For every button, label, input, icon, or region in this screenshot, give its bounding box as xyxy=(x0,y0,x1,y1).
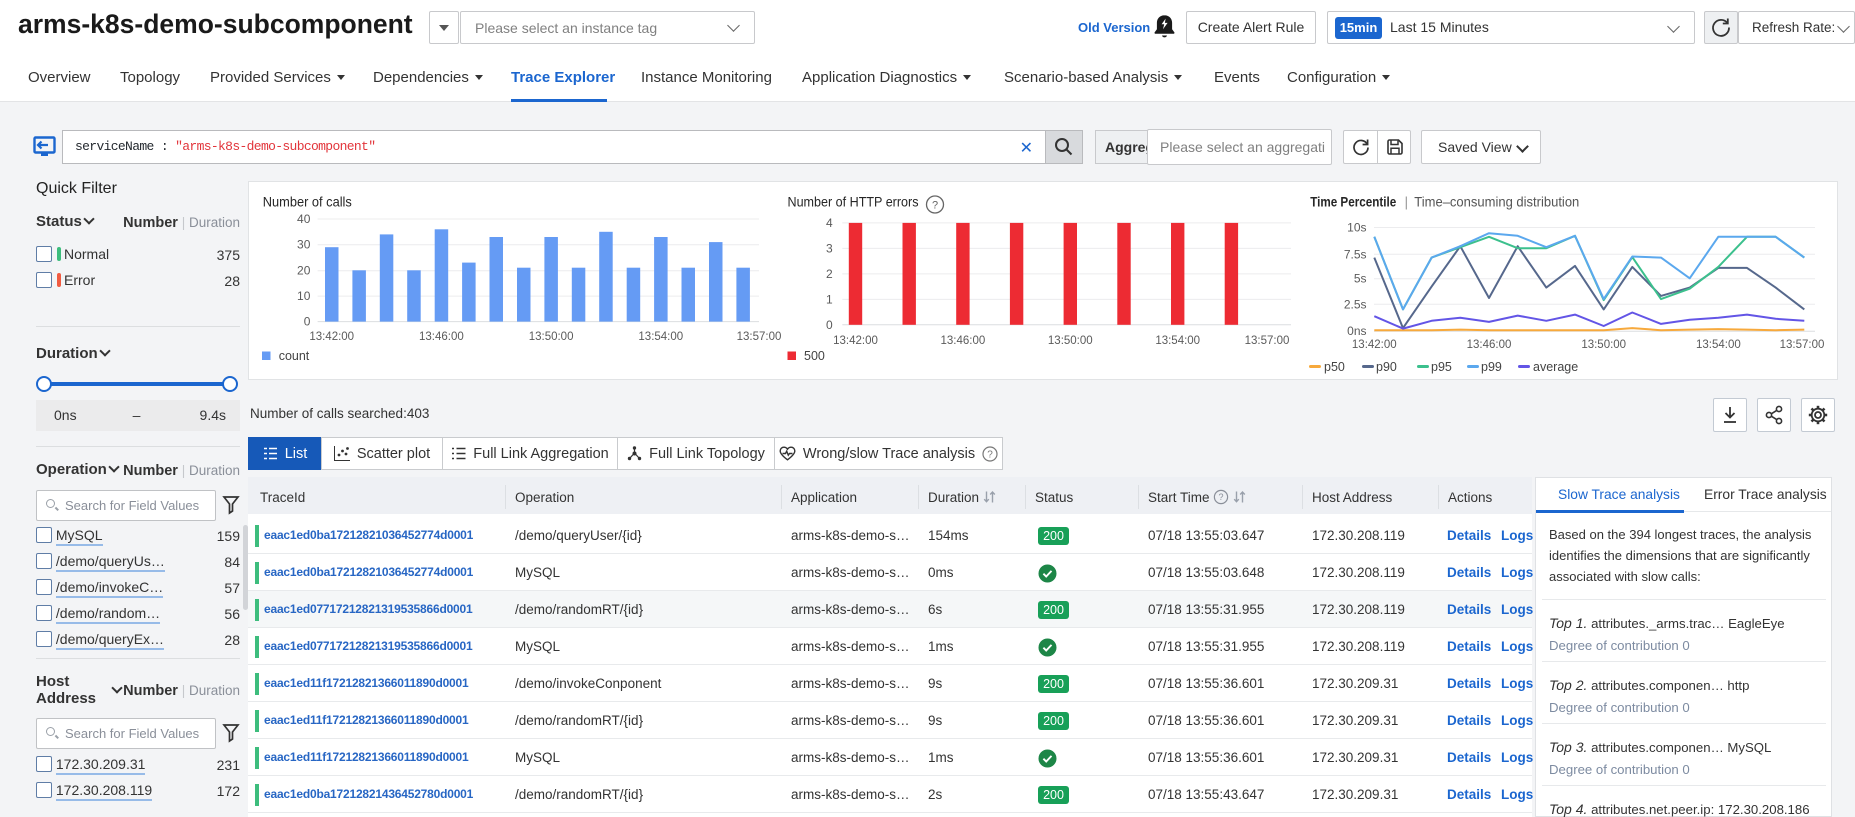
svg-text:13:50:00: 13:50:00 xyxy=(1581,339,1626,351)
svg-text:500: 500 xyxy=(804,349,825,363)
svg-text:3: 3 xyxy=(826,241,833,255)
svg-text:?: ? xyxy=(1219,492,1224,502)
svg-text:20: 20 xyxy=(297,264,311,278)
svg-text:1: 1 xyxy=(826,292,833,306)
svg-text:13:57:00: 13:57:00 xyxy=(1780,339,1825,351)
svg-text:10s: 10s xyxy=(1347,221,1366,235)
svg-text:5s: 5s xyxy=(1354,272,1367,286)
svg-text:0ns: 0ns xyxy=(1347,324,1366,338)
svg-text:Time–consuming distribution: Time–consuming distribution xyxy=(1414,194,1579,210)
svg-text:7.5s: 7.5s xyxy=(1344,247,1367,261)
svg-text:13:42:00: 13:42:00 xyxy=(833,335,878,347)
svg-text:p95: p95 xyxy=(1431,360,1452,374)
svg-text:p90: p90 xyxy=(1376,360,1397,374)
svg-text:13:54:00: 13:54:00 xyxy=(638,331,683,343)
svg-text:0: 0 xyxy=(304,315,311,329)
svg-text:|: | xyxy=(1405,194,1409,210)
svg-text:40: 40 xyxy=(297,212,311,226)
svg-text:p50: p50 xyxy=(1324,360,1345,374)
svg-text:p99: p99 xyxy=(1481,360,1502,374)
svg-text:Time Percentile: Time Percentile xyxy=(1310,194,1396,210)
svg-text:13:42:00: 13:42:00 xyxy=(1352,339,1397,351)
svg-text:count: count xyxy=(279,349,310,363)
svg-text:?: ? xyxy=(987,449,993,460)
svg-text:13:57:00: 13:57:00 xyxy=(1245,335,1290,347)
svg-text:13:46:00: 13:46:00 xyxy=(1467,339,1512,351)
svg-text:13:46:00: 13:46:00 xyxy=(941,335,986,347)
svg-text:Number of HTTP errors: Number of HTTP errors xyxy=(788,194,919,210)
svg-text:13:50:00: 13:50:00 xyxy=(529,331,574,343)
svg-text:13:54:00: 13:54:00 xyxy=(1155,335,1200,347)
svg-text:2.5s: 2.5s xyxy=(1344,297,1367,311)
svg-text:13:54:00: 13:54:00 xyxy=(1696,339,1741,351)
svg-text:0: 0 xyxy=(826,318,833,332)
svg-text:average: average xyxy=(1533,360,1578,374)
svg-text:13:57:00: 13:57:00 xyxy=(737,331,782,343)
svg-text:?: ? xyxy=(932,200,938,212)
svg-text:13:50:00: 13:50:00 xyxy=(1048,335,1093,347)
svg-text:13:46:00: 13:46:00 xyxy=(419,331,464,343)
svg-text:13:42:00: 13:42:00 xyxy=(309,331,354,343)
svg-text:4: 4 xyxy=(826,216,833,230)
svg-text:30: 30 xyxy=(297,238,311,252)
svg-text:10: 10 xyxy=(297,289,311,303)
svg-text:Number of calls: Number of calls xyxy=(263,194,352,210)
svg-text:2: 2 xyxy=(826,267,833,281)
